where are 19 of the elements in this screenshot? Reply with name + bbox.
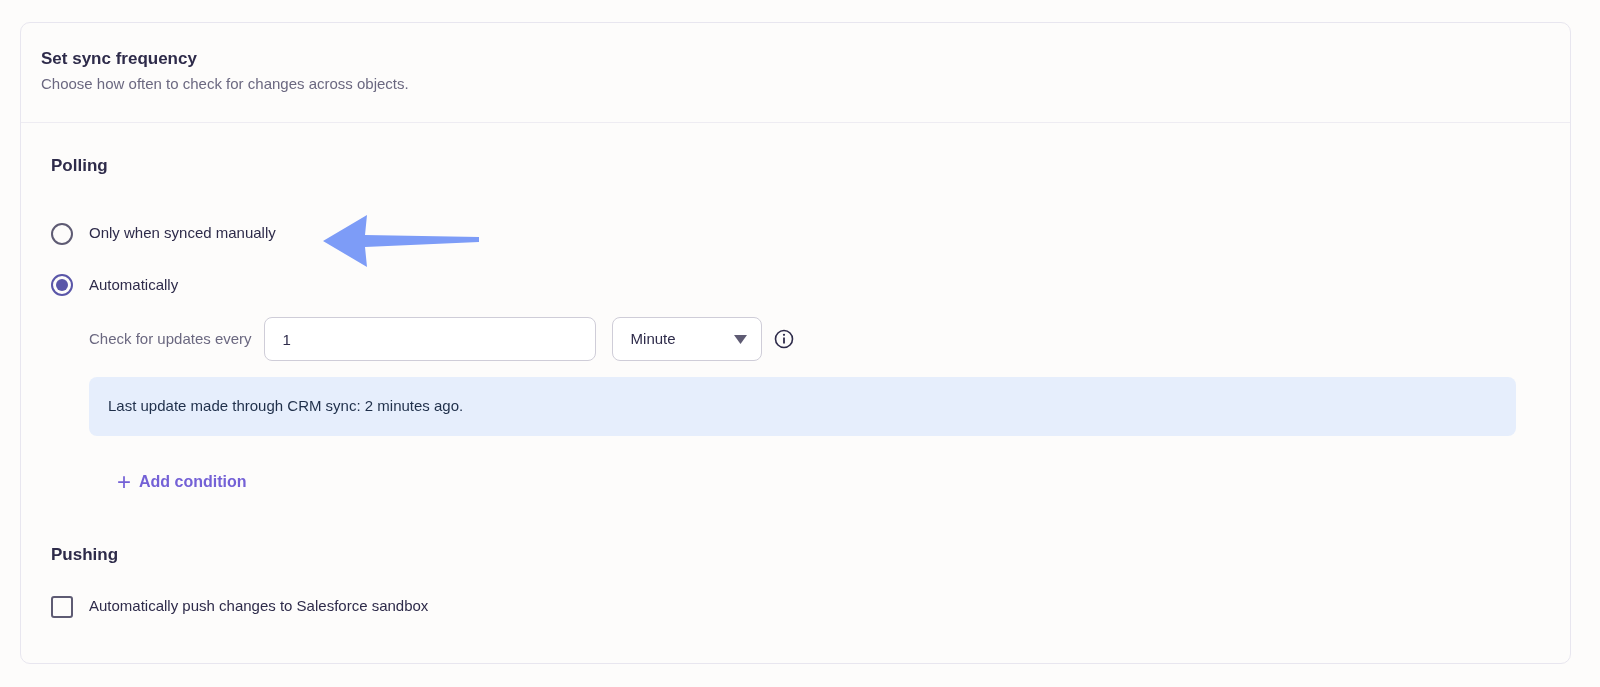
checkbox[interactable] (51, 595, 73, 618)
pushing-heading: Pushing (51, 543, 120, 566)
radio-button[interactable] (51, 274, 73, 297)
radio-label[interactable]: Automatically (89, 273, 179, 297)
polling-heading: Polling (51, 154, 109, 177)
section-title: Set sync frequency (41, 49, 198, 70)
info-icon[interactable] (773, 329, 794, 350)
info-notice: Last update made through CRM sync: 2 minutes ago. (89, 377, 1516, 436)
add-condition-button[interactable]: + Add condition (117, 469, 247, 494)
radio-button[interactable] (51, 222, 73, 245)
checkbox-label[interactable]: Automatically push changes to Salesforce sandbox (89, 595, 429, 618)
section-subtitle: Choose how often to check for changes across objects. (41, 74, 410, 95)
interval-label: Check for updates every (89, 329, 252, 350)
plus-icon: + (117, 469, 131, 494)
unit-select[interactable]: Minute (611, 317, 762, 362)
interval-field[interactable]: 1 (263, 317, 596, 362)
unit-value: Minute (630, 329, 676, 350)
caret-icon (733, 334, 747, 344)
radio-label[interactable]: Only when synced manually (89, 222, 276, 245)
